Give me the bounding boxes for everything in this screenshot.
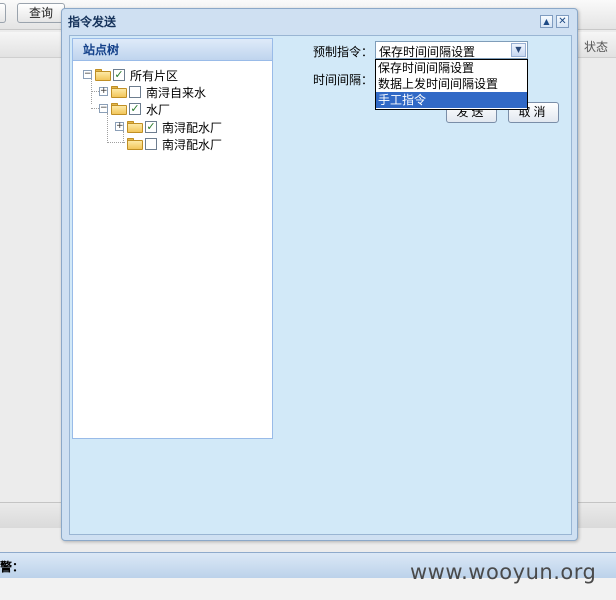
status-column-header: 状态 <box>584 40 609 54</box>
preset-command-dropdown: 保存时间间隔设置 数据上发时间间隔设置 手工指令 <box>375 59 528 110</box>
preset-command-value: 保存时间间隔设置 <box>379 45 476 59</box>
tree-node-label: 南浔配水厂 <box>162 138 223 152</box>
collapse-icon[interactable]: ▲ <box>540 15 553 28</box>
alarm-label: 警： <box>0 560 25 574</box>
folder-icon <box>127 121 143 133</box>
option-save-interval[interactable]: 保存时间间隔设置 <box>376 60 527 76</box>
expand-node-icon[interactable]: + <box>115 122 124 131</box>
folder-open-icon <box>111 103 127 115</box>
background-toolbar-button-edge[interactable] <box>0 3 6 23</box>
tree-node-nanxun-water[interactable]: + 南浔自来水 <box>99 83 229 100</box>
dialog-body: 站点树 − ✓ 所有片区 + 南浔自来水 − ✓ 水厂 + ✓ 南浔配水厂 南浔… <box>69 35 572 535</box>
tree-node-label: 所有片区 <box>130 69 179 83</box>
tree-node-nanxun-distribution-plant-1[interactable]: + ✓ 南浔配水厂 <box>115 118 255 135</box>
tree-node-label: 水厂 <box>146 103 171 117</box>
chevron-down-icon[interactable]: ▼ <box>511 43 526 57</box>
collapse-node-icon[interactable]: − <box>99 104 108 113</box>
site-tree-header: 站点树 <box>73 39 272 61</box>
time-interval-label: 时间间隔： <box>313 73 374 87</box>
tree-node-waterworks[interactable]: − ✓ 水厂 <box>99 100 199 117</box>
tree-node-all-areas[interactable]: − ✓ 所有片区 <box>83 66 203 83</box>
query-button[interactable]: 查询 <box>17 3 65 23</box>
tree-node-nanxun-distribution-plant-2[interactable]: 南浔配水厂 <box>127 135 257 152</box>
expand-node-icon[interactable]: + <box>99 87 108 96</box>
dialog-title: 指令发送 <box>68 15 117 29</box>
tree-node-checkbox[interactable]: ✓ <box>129 103 141 115</box>
tree-node-checkbox[interactable] <box>129 86 141 98</box>
watermark: www.wooyun.org <box>410 560 597 584</box>
preset-command-label: 预制指令： <box>313 45 374 59</box>
command-send-dialog: 指令发送 ▲ ✕ 站点树 − ✓ 所有片区 + 南浔自来水 − ✓ 水厂 + ✓… <box>61 8 578 541</box>
site-tree-panel: 站点树 − ✓ 所有片区 + 南浔自来水 − ✓ 水厂 + ✓ 南浔配水厂 南浔… <box>72 38 273 439</box>
tree-node-label: 南浔配水厂 <box>162 121 223 135</box>
tree-node-label: 南浔自来水 <box>146 86 207 100</box>
tree-node-checkbox[interactable]: ✓ <box>145 121 157 133</box>
option-manual-command[interactable]: 手工指令 <box>376 92 527 108</box>
preset-command-select[interactable]: 保存时间间隔设置 ▼ <box>375 41 528 59</box>
tree-node-checkbox[interactable] <box>145 138 157 150</box>
folder-icon <box>111 86 127 98</box>
tree-node-checkbox[interactable]: ✓ <box>113 69 125 81</box>
folder-icon <box>127 138 143 150</box>
close-icon[interactable]: ✕ <box>556 15 569 28</box>
option-upload-interval[interactable]: 数据上发时间间隔设置 <box>376 76 527 92</box>
folder-open-icon <box>95 69 111 81</box>
collapse-node-icon[interactable]: − <box>83 70 92 79</box>
